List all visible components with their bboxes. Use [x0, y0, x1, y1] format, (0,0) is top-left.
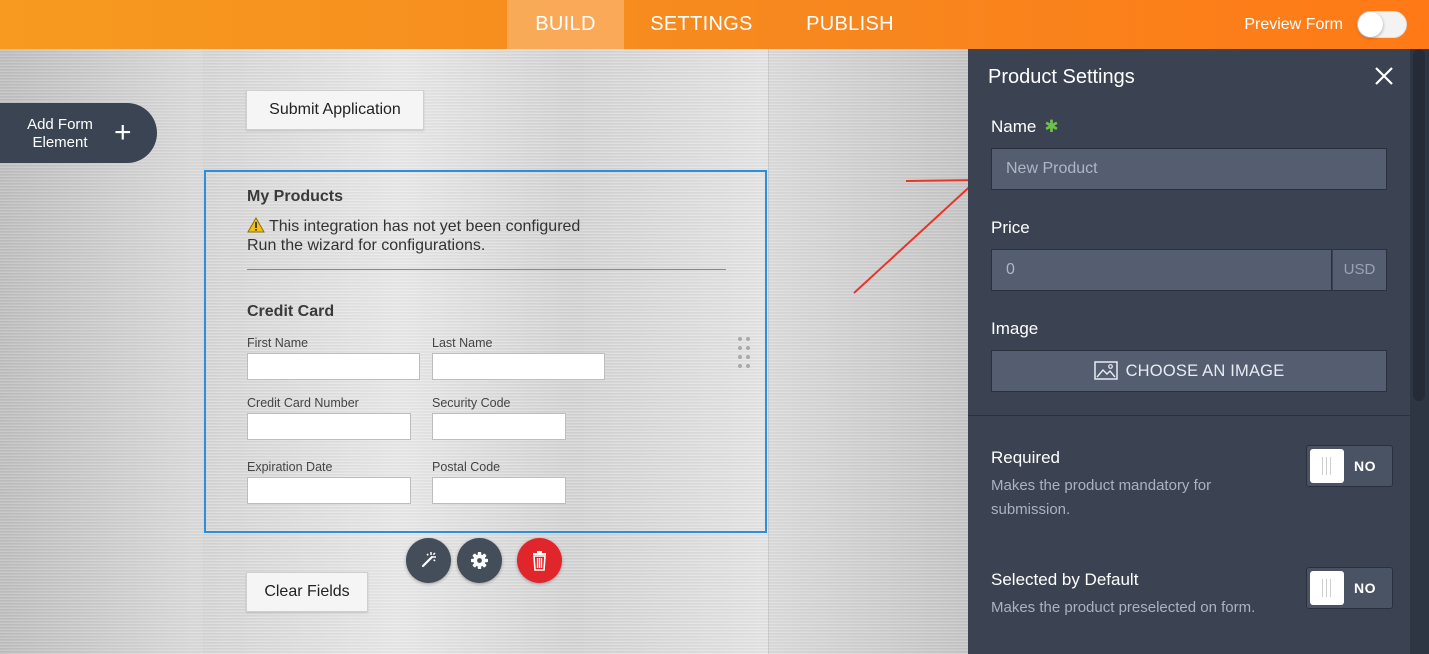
- drag-handle-icon[interactable]: [738, 337, 752, 369]
- panel-divider: [968, 415, 1410, 416]
- integration-warning: This integration has not yet been config…: [247, 217, 580, 255]
- tab-settings[interactable]: SETTINGS: [624, 0, 779, 49]
- submit-application-button[interactable]: Submit Application: [246, 90, 424, 130]
- add-form-element-label: Add Form Element: [27, 116, 93, 151]
- trash-icon: [533, 551, 546, 571]
- top-bar: BUILD SETTINGS PUBLISH Preview Form: [0, 0, 1429, 49]
- name-input[interactable]: New Product: [991, 148, 1387, 190]
- credit-card-title: Credit Card: [247, 303, 335, 320]
- toggle-knob: [1310, 449, 1344, 483]
- wand-icon: [421, 552, 436, 568]
- security-code-label: Security Code: [432, 396, 511, 410]
- postal-code-label: Postal Code: [432, 460, 501, 474]
- close-icon[interactable]: [1373, 65, 1395, 87]
- panel-scrollbar[interactable]: [1410, 49, 1429, 654]
- selected-default-description: Makes the product preselected on form.: [991, 599, 1256, 616]
- panel-title: Product Settings: [988, 66, 1135, 88]
- required-toggle[interactable]: NO: [1306, 445, 1393, 487]
- choose-image-label: CHOOSE AN IMAGE: [1125, 362, 1285, 380]
- clear-fields-button[interactable]: Clear Fields: [246, 572, 368, 612]
- image-label: Image: [991, 319, 1039, 338]
- selected-default-toggle[interactable]: NO: [1306, 567, 1393, 609]
- first-name-label: First Name: [247, 336, 309, 350]
- tab-publish[interactable]: PUBLISH: [779, 0, 921, 49]
- image-icon: [1093, 361, 1118, 380]
- block-divider: [247, 269, 726, 270]
- gear-icon: [471, 552, 488, 569]
- settings-button[interactable]: [457, 538, 502, 583]
- first-name-input[interactable]: [247, 353, 420, 380]
- add-form-element-button[interactable]: Add Form Element +: [0, 103, 157, 163]
- required-description: Makes the product mandatory for submissi…: [991, 477, 1212, 518]
- last-name-label: Last Name: [432, 336, 493, 350]
- plus-icon: +: [114, 116, 132, 149]
- currency-label: USD: [1332, 249, 1387, 291]
- expiration-date-label: Expiration Date: [247, 460, 333, 474]
- required-toggle-state: NO: [1354, 458, 1376, 474]
- toggle-knob: [1358, 12, 1383, 37]
- scrollbar-thumb[interactable]: [1413, 49, 1425, 401]
- selected-default-label: Selected by Default: [991, 570, 1139, 589]
- warning-line-2: Run the wizard for configurations.: [247, 237, 486, 254]
- card-number-label: Credit Card Number: [247, 396, 359, 410]
- preview-form-label: Preview Form: [1244, 16, 1343, 33]
- price-input[interactable]: 0: [991, 249, 1332, 291]
- product-block[interactable]: My Products This integration has not yet…: [204, 170, 767, 533]
- required-star-icon: ✱: [1044, 117, 1059, 136]
- postal-code-input[interactable]: [432, 477, 566, 504]
- warning-icon: [247, 217, 265, 233]
- delete-button[interactable]: [517, 538, 562, 583]
- card-number-input[interactable]: [247, 413, 411, 440]
- security-code-input[interactable]: [432, 413, 566, 440]
- expiration-date-input[interactable]: [247, 477, 411, 504]
- name-label: Name ✱: [991, 117, 1059, 136]
- selected-default-toggle-state: NO: [1354, 580, 1376, 596]
- product-settings-panel: Product Settings Name ✱ New Product Price…: [968, 49, 1429, 654]
- toggle-knob: [1310, 571, 1344, 605]
- last-name-input[interactable]: [432, 353, 605, 380]
- required-label: Required: [991, 448, 1060, 467]
- price-label: Price: [991, 218, 1030, 237]
- tab-build[interactable]: BUILD: [507, 0, 624, 49]
- wizard-button[interactable]: [406, 538, 451, 583]
- warning-line-1: This integration has not yet been config…: [269, 218, 581, 235]
- choose-image-button[interactable]: CHOOSE AN IMAGE: [991, 350, 1387, 392]
- product-block-title: My Products: [247, 188, 344, 205]
- preview-form-toggle[interactable]: [1357, 11, 1407, 38]
